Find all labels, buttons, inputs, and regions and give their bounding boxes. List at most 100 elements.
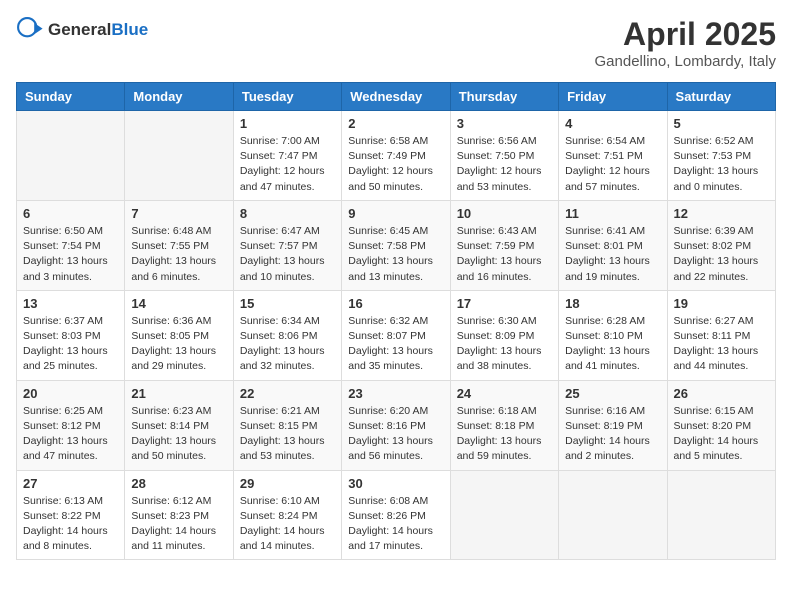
day-info: Sunrise: 6:45 AM Sunset: 7:58 PM Dayligh…: [348, 224, 443, 285]
day-number: 25: [565, 386, 660, 401]
day-info: Sunrise: 6:21 AM Sunset: 8:15 PM Dayligh…: [240, 404, 335, 465]
day-number: 21: [131, 386, 226, 401]
day-number: 13: [23, 296, 118, 311]
day-number: 19: [674, 296, 769, 311]
calendar-cell: 24 Sunrise: 6:18 AM Sunset: 8:18 PM Dayli…: [450, 380, 558, 470]
calendar-cell: 28 Sunrise: 6:12 AM Sunset: 8:23 PM Dayli…: [125, 470, 233, 560]
day-info: Sunrise: 6:30 AM Sunset: 8:09 PM Dayligh…: [457, 314, 552, 375]
day-number: 10: [457, 206, 552, 221]
day-info: Sunrise: 6:25 AM Sunset: 8:12 PM Dayligh…: [23, 404, 118, 465]
weekday-header-monday: Monday: [125, 83, 233, 111]
calendar-cell: 30Sunrise: 6:08 AM Sunset: 8:26 PM Dayli…: [342, 470, 450, 560]
day-number: 5: [674, 116, 769, 131]
week-row-1: 1 Sunrise: 7:00 AM Sunset: 7:47 PM Daylig…: [17, 111, 776, 201]
calendar-cell: 20 Sunrise: 6:25 AM Sunset: 8:12 PM Dayli…: [17, 380, 125, 470]
calendar-cell: 26Sunrise: 6:15 AM Sunset: 8:20 PM Dayli…: [667, 380, 775, 470]
week-row-5: 27Sunrise: 6:13 AM Sunset: 8:22 PM Dayli…: [17, 470, 776, 560]
weekday-header-saturday: Saturday: [667, 83, 775, 111]
day-info: Sunrise: 6:54 AM Sunset: 7:51 PM Dayligh…: [565, 134, 660, 195]
day-info: Sunrise: 6:48 AM Sunset: 7:55 PM Dayligh…: [131, 224, 226, 285]
day-number: 28: [131, 476, 226, 491]
logo: GeneralBlue: [16, 16, 148, 44]
day-number: 15: [240, 296, 335, 311]
calendar-cell: 21 Sunrise: 6:23 AM Sunset: 8:14 PM Dayli…: [125, 380, 233, 470]
day-number: 14: [131, 296, 226, 311]
week-row-2: 6Sunrise: 6:50 AM Sunset: 7:54 PM Daylig…: [17, 200, 776, 290]
day-info: Sunrise: 6:08 AM Sunset: 8:26 PM Dayligh…: [348, 494, 443, 555]
calendar-cell: [17, 111, 125, 201]
calendar-cell: 7 Sunrise: 6:48 AM Sunset: 7:55 PM Daylig…: [125, 200, 233, 290]
calendar-cell: 27Sunrise: 6:13 AM Sunset: 8:22 PM Dayli…: [17, 470, 125, 560]
calendar-cell: 12 Sunrise: 6:39 AM Sunset: 8:02 PM Dayli…: [667, 200, 775, 290]
day-info: Sunrise: 7:00 AM Sunset: 7:47 PM Dayligh…: [240, 134, 335, 195]
day-number: 29: [240, 476, 335, 491]
day-number: 16: [348, 296, 443, 311]
day-number: 1: [240, 116, 335, 131]
week-row-4: 20 Sunrise: 6:25 AM Sunset: 8:12 PM Dayli…: [17, 380, 776, 470]
logo-icon: [16, 16, 44, 44]
calendar-cell: [559, 470, 667, 560]
day-info: Sunrise: 6:58 AM Sunset: 7:49 PM Dayligh…: [348, 134, 443, 195]
week-row-3: 13 Sunrise: 6:37 AM Sunset: 8:03 PM Dayli…: [17, 290, 776, 380]
calendar-cell: 13 Sunrise: 6:37 AM Sunset: 8:03 PM Dayli…: [17, 290, 125, 380]
calendar-cell: 4 Sunrise: 6:54 AM Sunset: 7:51 PM Daylig…: [559, 111, 667, 201]
title-block: April 2025 Gandellino, Lombardy, Italy: [595, 16, 777, 70]
calendar-cell: 3 Sunrise: 6:56 AM Sunset: 7:50 PM Daylig…: [450, 111, 558, 201]
day-number: 20: [23, 386, 118, 401]
day-number: 18: [565, 296, 660, 311]
day-number: 24: [457, 386, 552, 401]
calendar-cell: 6Sunrise: 6:50 AM Sunset: 7:54 PM Daylig…: [17, 200, 125, 290]
day-number: 26: [674, 386, 769, 401]
calendar-cell: 23 Sunrise: 6:20 AM Sunset: 8:16 PM Dayli…: [342, 380, 450, 470]
day-number: 8: [240, 206, 335, 221]
calendar-cell: 5Sunrise: 6:52 AM Sunset: 7:53 PM Daylig…: [667, 111, 775, 201]
calendar-cell: 17 Sunrise: 6:30 AM Sunset: 8:09 PM Dayli…: [450, 290, 558, 380]
weekday-header-thursday: Thursday: [450, 83, 558, 111]
calendar-cell: 15 Sunrise: 6:34 AM Sunset: 8:06 PM Dayli…: [233, 290, 341, 380]
calendar-cell: 14 Sunrise: 6:36 AM Sunset: 8:05 PM Dayli…: [125, 290, 233, 380]
day-info: Sunrise: 6:47 AM Sunset: 7:57 PM Dayligh…: [240, 224, 335, 285]
logo-general-text: GeneralBlue: [48, 20, 148, 40]
day-number: 3: [457, 116, 552, 131]
calendar-cell: 16 Sunrise: 6:32 AM Sunset: 8:07 PM Dayli…: [342, 290, 450, 380]
day-info: Sunrise: 6:43 AM Sunset: 7:59 PM Dayligh…: [457, 224, 552, 285]
day-number: 7: [131, 206, 226, 221]
day-number: 23: [348, 386, 443, 401]
weekday-header-sunday: Sunday: [17, 83, 125, 111]
month-title: April 2025: [595, 16, 777, 53]
location-title: Gandellino, Lombardy, Italy: [595, 53, 777, 70]
day-number: 17: [457, 296, 552, 311]
day-info: Sunrise: 6:23 AM Sunset: 8:14 PM Dayligh…: [131, 404, 226, 465]
day-info: Sunrise: 6:12 AM Sunset: 8:23 PM Dayligh…: [131, 494, 226, 555]
day-number: 2: [348, 116, 443, 131]
day-info: Sunrise: 6:37 AM Sunset: 8:03 PM Dayligh…: [23, 314, 118, 375]
day-info: Sunrise: 6:27 AM Sunset: 8:11 PM Dayligh…: [674, 314, 769, 375]
calendar-cell: 19 Sunrise: 6:27 AM Sunset: 8:11 PM Dayli…: [667, 290, 775, 380]
day-info: Sunrise: 6:20 AM Sunset: 8:16 PM Dayligh…: [348, 404, 443, 465]
day-info: Sunrise: 6:50 AM Sunset: 7:54 PM Dayligh…: [23, 224, 118, 285]
day-info: Sunrise: 6:34 AM Sunset: 8:06 PM Dayligh…: [240, 314, 335, 375]
day-info: Sunrise: 6:18 AM Sunset: 8:18 PM Dayligh…: [457, 404, 552, 465]
calendar-cell: 18Sunrise: 6:28 AM Sunset: 8:10 PM Dayli…: [559, 290, 667, 380]
calendar-table: SundayMondayTuesdayWednesdayThursdayFrid…: [16, 82, 776, 560]
calendar-cell: 1 Sunrise: 7:00 AM Sunset: 7:47 PM Daylig…: [233, 111, 341, 201]
calendar-cell: 2 Sunrise: 6:58 AM Sunset: 7:49 PM Daylig…: [342, 111, 450, 201]
calendar-cell: 29 Sunrise: 6:10 AM Sunset: 8:24 PM Dayli…: [233, 470, 341, 560]
day-info: Sunrise: 6:10 AM Sunset: 8:24 PM Dayligh…: [240, 494, 335, 555]
calendar-cell: 25 Sunrise: 6:16 AM Sunset: 8:19 PM Dayli…: [559, 380, 667, 470]
day-info: Sunrise: 6:56 AM Sunset: 7:50 PM Dayligh…: [457, 134, 552, 195]
day-number: 22: [240, 386, 335, 401]
calendar-cell: 22 Sunrise: 6:21 AM Sunset: 8:15 PM Dayli…: [233, 380, 341, 470]
calendar-cell: 9Sunrise: 6:45 AM Sunset: 7:58 PM Daylig…: [342, 200, 450, 290]
day-number: 27: [23, 476, 118, 491]
day-info: Sunrise: 6:36 AM Sunset: 8:05 PM Dayligh…: [131, 314, 226, 375]
day-info: Sunrise: 6:32 AM Sunset: 8:07 PM Dayligh…: [348, 314, 443, 375]
day-info: Sunrise: 6:39 AM Sunset: 8:02 PM Dayligh…: [674, 224, 769, 285]
day-info: Sunrise: 6:16 AM Sunset: 8:19 PM Dayligh…: [565, 404, 660, 465]
day-number: 12: [674, 206, 769, 221]
day-number: 4: [565, 116, 660, 131]
day-number: 11: [565, 206, 660, 221]
calendar-cell: [667, 470, 775, 560]
day-info: Sunrise: 6:41 AM Sunset: 8:01 PM Dayligh…: [565, 224, 660, 285]
page-header: GeneralBlue April 2025 Gandellino, Lomba…: [16, 16, 776, 70]
